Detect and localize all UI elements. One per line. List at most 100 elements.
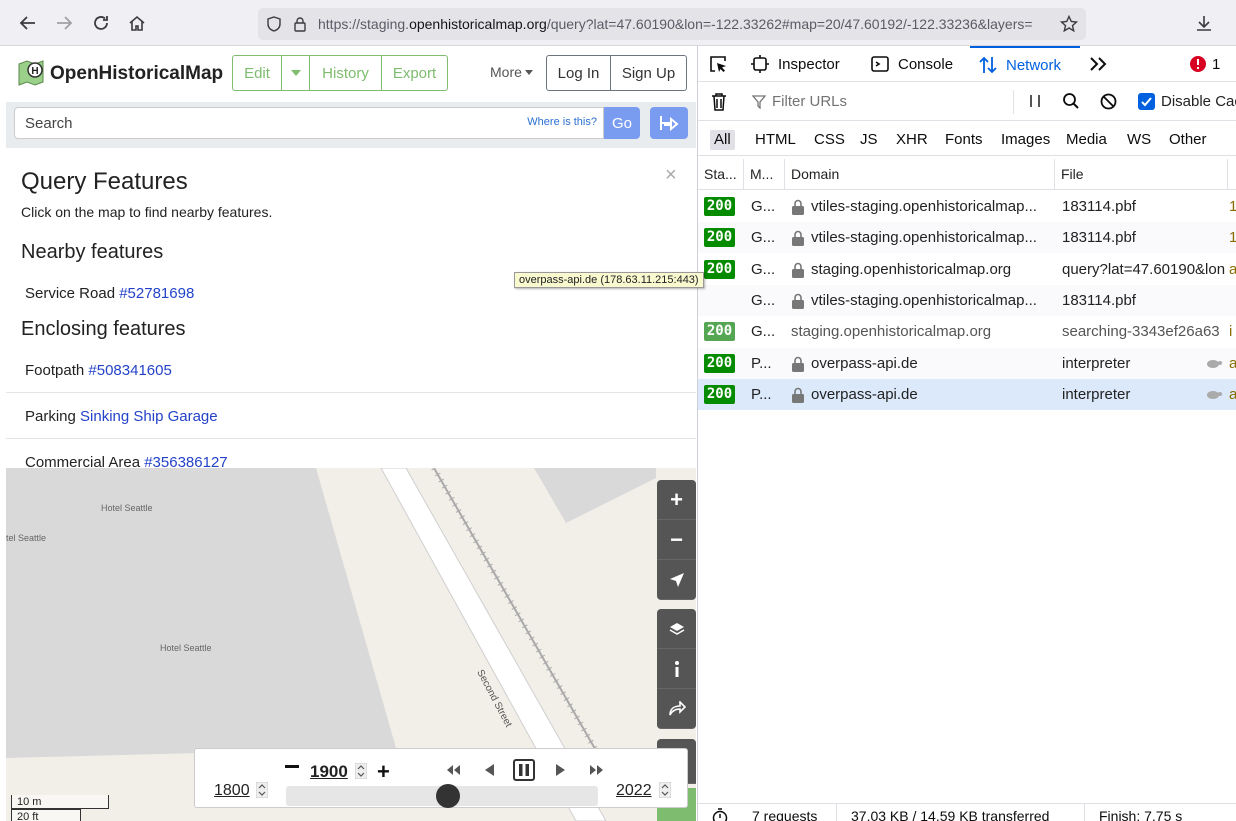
search-input[interactable]: Search Where is this?: [14, 107, 604, 139]
home-button-icon[interactable]: [125, 11, 149, 35]
login-button[interactable]: Log In: [546, 55, 611, 91]
layers-button[interactable]: [657, 609, 696, 649]
fast-rewind-icon[interactable]: [445, 763, 461, 777]
domain-cell: vtiles-staging.openhistoricalmap...: [811, 229, 1037, 247]
type-filter-html[interactable]: HTML: [751, 130, 800, 150]
map-info-button[interactable]: [657, 649, 696, 689]
start-year-input[interactable]: 1800: [214, 782, 250, 800]
pause-recording-icon[interactable]: [1028, 94, 1042, 108]
current-year-input[interactable]: 1900: [310, 762, 348, 782]
status-badge: 200: [704, 353, 735, 373]
table-row[interactable]: 200 P... overpass-api.de interpreter a: [698, 378, 1236, 410]
more-tabs-icon[interactable]: [1088, 46, 1108, 82]
status-badge: 200: [704, 259, 735, 279]
pause-icon: [519, 764, 529, 776]
col-status[interactable]: Sta...: [698, 159, 744, 190]
directions-button[interactable]: [650, 107, 688, 139]
type-filter-media[interactable]: Media: [1062, 130, 1111, 150]
filter-urls-input[interactable]: Filter URLs: [740, 90, 1014, 114]
feature-link[interactable]: Sinking Ship Garage: [80, 408, 218, 425]
history-button[interactable]: History: [309, 55, 382, 91]
feature-link[interactable]: #508341605: [88, 362, 171, 379]
type-filter-all[interactable]: All: [710, 130, 735, 150]
year-spinner-icon[interactable]: [355, 763, 367, 779]
type-filter-images[interactable]: Images: [997, 130, 1054, 150]
step-back-icon[interactable]: [483, 763, 495, 777]
forward-button-icon[interactable]: [52, 11, 76, 35]
search-icon[interactable]: [1062, 92, 1080, 110]
url-prefix: https://staging.: [318, 16, 410, 32]
feature-kind: Service Road: [25, 285, 116, 302]
close-icon[interactable]: ×: [665, 164, 677, 187]
downloads-icon[interactable]: [1192, 11, 1216, 35]
step-forward-icon[interactable]: [555, 763, 567, 777]
year-spinner-icon[interactable]: [659, 782, 671, 798]
shield-icon[interactable]: [266, 16, 282, 32]
domain-cell: overpass-api.de: [811, 385, 918, 403]
star-bookmark-icon[interactable]: [1060, 15, 1078, 33]
pause-button[interactable]: [513, 759, 535, 781]
back-button-icon[interactable]: [16, 11, 40, 35]
disable-cache-checkbox[interactable]: Disable Cac: [1138, 93, 1236, 110]
year-decrement-button[interactable]: [285, 765, 299, 768]
query-panel: Query Features × Click on the map to fin…: [6, 148, 696, 468]
feature-link[interactable]: #356386127: [144, 454, 227, 468]
year-slider-track[interactable]: [286, 784, 598, 808]
reload-button-icon[interactable]: [89, 11, 113, 35]
export-button[interactable]: Export: [381, 55, 448, 91]
request-table-header: Sta... M... Domain File: [698, 159, 1236, 190]
col-method[interactable]: M...: [744, 159, 785, 190]
address-bar[interactable]: https://staging.openhistoricalmap.org/qu…: [258, 8, 1086, 40]
url-text[interactable]: https://staging.openhistoricalmap.org/qu…: [318, 16, 1052, 32]
site-header: H OpenHistoricalMap Edit History Export …: [6, 46, 696, 102]
method-cell: G...: [751, 323, 776, 341]
type-filter-fonts[interactable]: Fonts: [941, 130, 987, 150]
tab-inspector[interactable]: Inspector: [750, 46, 840, 82]
type-filter-xhr[interactable]: XHR: [892, 130, 932, 150]
table-row[interactable]: G... vtiles-staging.openhistoricalmap... 1…: [698, 284, 1236, 316]
feature-link[interactable]: #52781698: [119, 285, 194, 302]
lock-icon[interactable]: [292, 16, 308, 32]
edit-button[interactable]: Edit: [232, 55, 282, 91]
edit-dropdown-button[interactable]: [281, 55, 310, 91]
col-domain[interactable]: Domain: [785, 159, 1055, 190]
feature-kind: Footpath: [25, 362, 85, 379]
go-button[interactable]: Go: [604, 107, 640, 139]
table-row[interactable]: 200 G... vtiles-staging.openhistoricalmap.…: [698, 191, 1236, 222]
tab-network[interactable]: Network: [970, 46, 1080, 82]
type-filter-css[interactable]: CSS: [810, 130, 849, 150]
col-file[interactable]: File: [1055, 159, 1228, 190]
site-name[interactable]: OpenHistoricalMap: [50, 63, 223, 85]
type-filter-ws[interactable]: WS: [1123, 130, 1155, 150]
more-menu[interactable]: More: [490, 64, 533, 80]
year-slider-thumb[interactable]: [436, 784, 461, 808]
network-filter-bar: Filter URLs Disable Cac: [698, 83, 1236, 121]
block-requests-icon[interactable]: [1100, 93, 1117, 110]
error-indicator[interactable]: 1: [1190, 46, 1220, 82]
network-icon: [979, 56, 997, 74]
trash-icon[interactable]: [710, 92, 728, 112]
type-filter-js[interactable]: JS: [856, 130, 882, 150]
end-year-input[interactable]: 2022: [616, 782, 652, 800]
zoom-in-button[interactable]: +: [657, 480, 696, 520]
url-path: /query?lat=47.60190&lon=-122.33262#map=2…: [546, 16, 1033, 32]
map-canvas[interactable]: Hotel Seattle tel Seattle Hotel Seattle …: [6, 468, 696, 821]
zoom-out-button[interactable]: −: [657, 520, 696, 560]
locate-button[interactable]: [657, 560, 696, 600]
table-row[interactable]: 200 G... staging.openhistoricalmap.org quer…: [698, 254, 1236, 285]
lock-icon: [791, 387, 805, 403]
where-is-this-link[interactable]: Where is this?: [527, 116, 597, 128]
signup-button[interactable]: Sign Up: [610, 55, 687, 91]
tab-console[interactable]: Console: [870, 46, 953, 82]
lock-icon: [791, 230, 805, 247]
ohm-logo-icon[interactable]: H: [16, 58, 46, 88]
type-filter-other[interactable]: Other: [1165, 130, 1211, 150]
share-button[interactable]: [657, 689, 696, 729]
year-spinner-icon[interactable]: [256, 782, 268, 798]
table-row[interactable]: 200 P... overpass-api.de interpreter a: [698, 347, 1236, 379]
fast-forward-icon[interactable]: [589, 763, 605, 777]
year-increment-button[interactable]: +: [377, 759, 390, 785]
element-picker-icon[interactable]: [708, 46, 728, 82]
table-row[interactable]: 200 G... staging.openhistoricalmap.org sear…: [698, 316, 1236, 347]
table-row[interactable]: 200 G... vtiles-staging.openhistoricalmap.…: [698, 222, 1236, 254]
